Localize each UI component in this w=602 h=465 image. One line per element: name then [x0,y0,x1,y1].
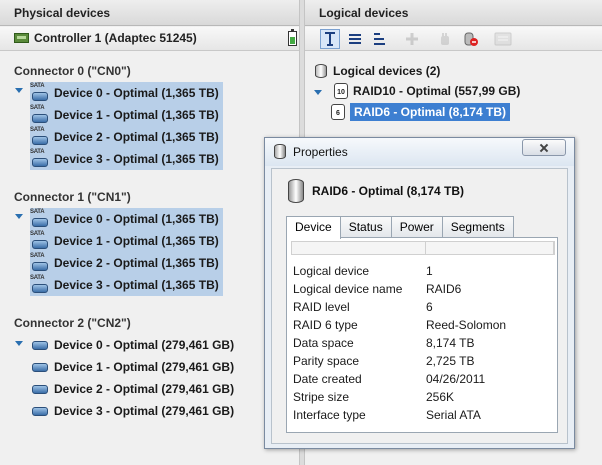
physical-devices-header: Physical devices [0,0,299,26]
sata-disk-icon: SATA [30,253,50,273]
logical-devices-root[interactable]: Logical devices (2) [313,62,440,80]
connector-0-title[interactable]: Connector 0 ("CN0") [14,64,131,78]
raid10-item[interactable]: 10 RAID10 - Optimal (557,99 GB) [333,82,520,100]
property-row: Logical device 1 [293,264,433,278]
controller-icon [14,33,29,43]
disk-icon [30,357,50,377]
view-tree-button[interactable] [369,29,389,49]
hand-button[interactable] [435,29,455,49]
device-row[interactable]: SATA Device 3 - Optimal (1,365 TB) [30,274,223,296]
delete-button[interactable] [461,29,481,49]
device-row[interactable]: SATA Device 1 - Optimal (1,365 TB) [30,104,223,126]
dialog-body: RAID6 - Optimal (8,174 TB) Device Status… [271,168,568,444]
sata-disk-icon: SATA [30,149,50,169]
cache-icon [494,32,512,46]
column-header-value[interactable] [426,242,554,254]
tree-view-icon [374,33,385,45]
sata-disk-icon: SATA [30,83,50,103]
connector-2-title[interactable]: Connector 2 ("CN2") [14,316,131,330]
dialog-titlebar[interactable]: Properties [265,138,574,166]
physical-toolbar: Controller 1 (Adaptec 51245) [0,27,299,51]
connector-1-title[interactable]: Connector 1 ("CN1") [14,190,131,204]
disk-icon [30,335,50,355]
dialog-tabs: Device Status Power Segments [286,216,514,239]
collapse-toggle-icon[interactable] [14,339,24,349]
tab-segments[interactable]: Segments [441,216,514,238]
device-row[interactable]: SATA Device 0 - Optimal (1,365 TB) [30,82,223,104]
dialog-heading: RAID6 - Optimal (8,174 TB) [288,179,464,203]
raid6-volume-icon: 6 [330,103,346,121]
device-row[interactable]: SATA Device 2 - Optimal (1,365 TB) [30,126,223,148]
cache-button[interactable] [493,29,513,49]
controller-label: Controller 1 (Adaptec 51245) [34,31,197,45]
raid-volume-icon [288,179,304,203]
property-row: Date created 04/26/2011 [293,372,486,386]
sata-disk-icon: SATA [30,209,50,229]
device-row[interactable]: Device 0 - Optimal (279,461 GB) [30,334,238,356]
hand-icon [441,33,449,45]
dialog-title: Properties [293,145,348,159]
collapse-toggle-icon[interactable] [313,88,323,98]
sata-disk-icon: SATA [30,127,50,147]
list-view-icon [349,34,361,44]
device-row[interactable]: Device 2 - Optimal (279,461 GB) [30,378,238,400]
tab-device[interactable]: Device [286,216,341,239]
property-row: Logical device name RAID6 [293,282,462,296]
text-view-icon [325,32,335,46]
device-row[interactable]: Device 3 - Optimal (279,461 GB) [30,400,238,422]
plus-icon [406,33,418,45]
property-table: Logical device 1 Logical device name RAID6… [291,262,555,424]
property-row: Data space 8,174 TB [293,336,475,350]
close-button[interactable] [522,139,566,156]
properties-dialog: Properties RAID6 - Optimal (8,174 TB) De… [264,137,575,449]
add-button[interactable] [402,29,422,49]
collapse-toggle-icon[interactable] [14,212,24,222]
property-table-header [291,241,555,255]
property-row: RAID level 6 [293,300,433,314]
view-text-button[interactable] [320,29,340,49]
disk-icon [30,401,50,421]
property-row: Interface type Serial ATA [293,408,481,422]
disk-icon [274,144,286,159]
disk-icon [30,379,50,399]
property-row: RAID 6 type Reed-Solomon [293,318,507,332]
tab-power[interactable]: Power [390,216,443,238]
physical-devices-tree: Connector 0 ("CN0") SATA Device 0 - Opti… [0,52,299,465]
tab-status[interactable]: Status [339,216,392,238]
column-header-key[interactable] [292,242,426,254]
raid6-item[interactable]: 6 RAID6 - Optimal (8,174 TB) [330,103,511,121]
device-row[interactable]: SATA Device 1 - Optimal (1,365 TB) [30,230,223,252]
controller-node[interactable]: Controller 1 (Adaptec 51245) [14,31,197,45]
view-list-button[interactable] [345,29,365,49]
property-row: Parity space 2,725 TB [293,354,475,368]
sata-disk-icon: SATA [30,275,50,295]
device-row[interactable]: Device 1 - Optimal (279,461 GB) [30,356,238,378]
device-row[interactable]: SATA Device 0 - Optimal (1,365 TB) [30,208,223,230]
raid10-volume-icon: 10 [333,82,349,100]
collapse-toggle-icon[interactable] [14,86,24,96]
device-row[interactable]: SATA Device 2 - Optimal (1,365 TB) [30,252,223,274]
battery-icon[interactable] [288,29,297,46]
logical-toolbar [305,27,602,51]
property-row: Stripe size 256K [293,390,455,404]
logical-devices-header: Logical devices [305,0,602,26]
logical-devices-icon [313,62,329,80]
sata-disk-icon: SATA [30,105,50,125]
device-row[interactable]: SATA Device 3 - Optimal (1,365 TB) [30,148,223,170]
sata-disk-icon: SATA [30,231,50,251]
delete-disk-icon [464,32,478,46]
device-tab-panel: Logical device 1 Logical device name RAID6… [286,237,558,433]
